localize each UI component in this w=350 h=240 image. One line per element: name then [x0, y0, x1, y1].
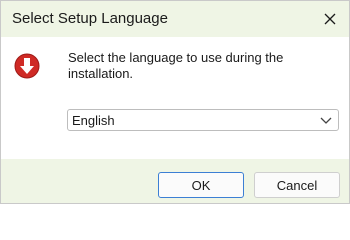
dialog-content: Select the language to use during the in…: [1, 37, 349, 159]
setup-language-dialog: Select Setup Language Select the languag…: [0, 0, 350, 204]
chevron-down-icon: [320, 117, 332, 124]
instruction-text: Select the language to use during the in…: [68, 50, 284, 81]
close-icon: [324, 13, 336, 25]
language-select[interactable]: English: [67, 109, 339, 131]
setup-installer-icon: [14, 53, 40, 79]
window-title: Select Setup Language: [12, 10, 168, 27]
button-bar: OK Cancel: [1, 159, 349, 203]
ok-button[interactable]: OK: [158, 172, 244, 198]
close-button[interactable]: [311, 1, 349, 37]
cancel-button[interactable]: Cancel: [254, 172, 340, 198]
title-bar[interactable]: Select Setup Language: [1, 1, 349, 37]
language-select-value: English: [72, 113, 115, 128]
